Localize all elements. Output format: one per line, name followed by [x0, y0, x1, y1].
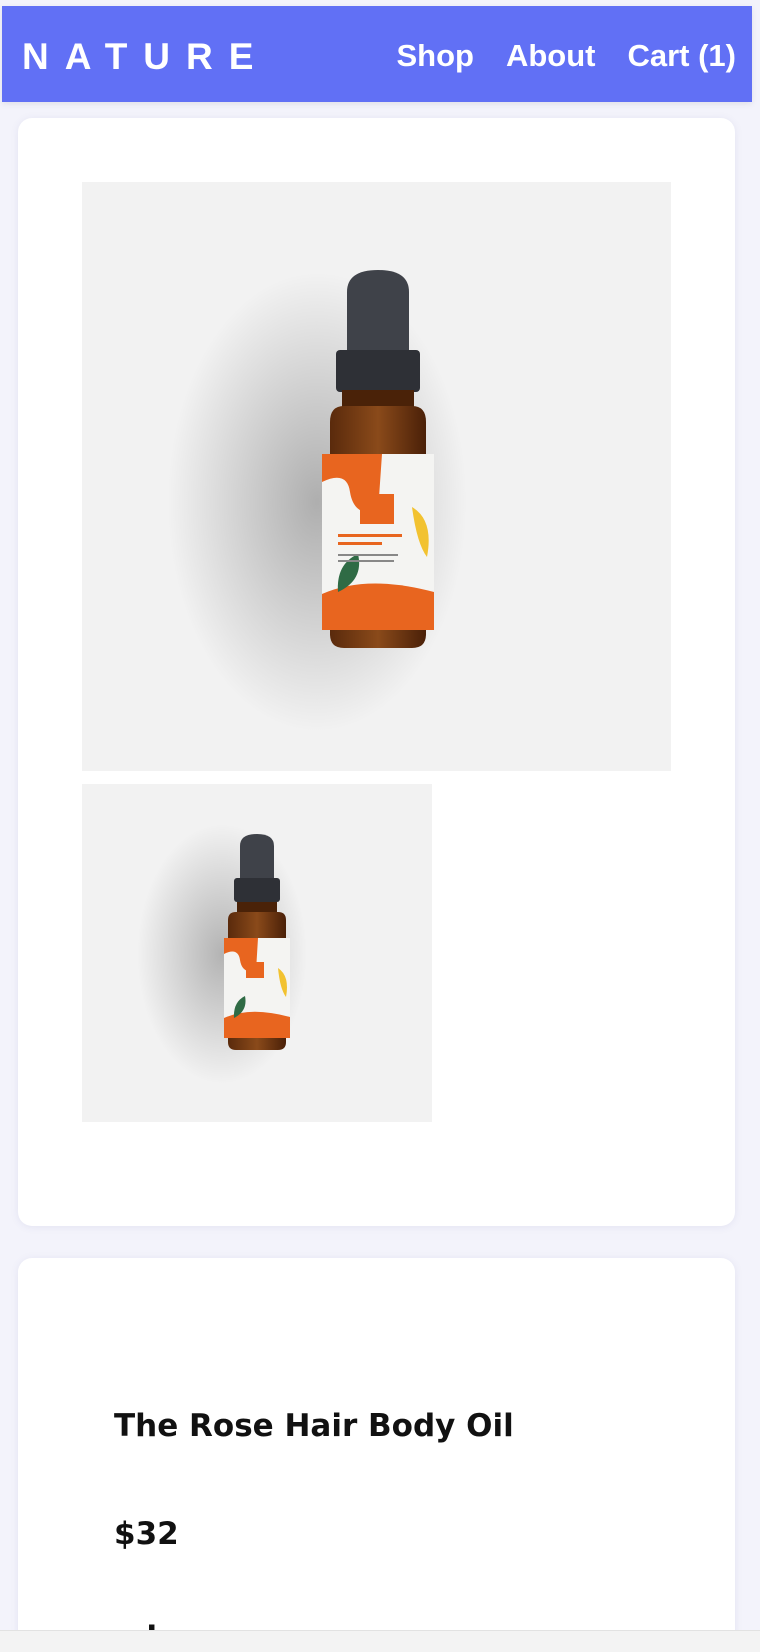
dropper-bulb — [347, 270, 409, 352]
dropper-cap — [336, 350, 420, 392]
serum-bottle-thumbnail-icon — [137, 824, 307, 1084]
nav-cart-link[interactable]: Cart (1) — [627, 38, 736, 74]
label-line-2 — [338, 542, 382, 545]
page: NATURE Shop About Cart (1) The Rose Hair… — [0, 0, 760, 1652]
product-thumbnail[interactable] — [82, 784, 432, 1122]
browser-bottom-bar — [0, 1630, 760, 1652]
bottle-neck — [342, 390, 414, 408]
nav-links: Shop About Cart (1) — [396, 38, 736, 74]
top-navbar: NATURE Shop About Cart (1) — [2, 6, 752, 102]
nav-shop-link[interactable]: Shop — [396, 38, 474, 74]
label-logo-box — [360, 494, 394, 524]
thumb-dropper-cap — [234, 878, 280, 902]
product-main-image[interactable] — [82, 182, 671, 771]
product-title: The Rose Hair Body Oil — [114, 1408, 514, 1444]
product-info-card: The Rose Hair Body Oil $32 ad: — [18, 1258, 735, 1652]
brand-logo[interactable]: NATURE — [22, 36, 269, 78]
product-price: $32 — [114, 1516, 179, 1552]
label-line-4 — [338, 560, 394, 562]
serum-bottle-photo-icon — [167, 270, 467, 732]
thumb-label-base — [224, 1011, 290, 1038]
thumb-bottle-neck — [237, 902, 277, 912]
product-gallery-card — [18, 118, 735, 1226]
label-line-1 — [338, 534, 402, 537]
label-line-3 — [338, 554, 398, 556]
thumb-dropper-bulb — [240, 834, 274, 880]
nav-about-link[interactable]: About — [506, 38, 596, 74]
thumb-label-logo — [246, 962, 264, 978]
